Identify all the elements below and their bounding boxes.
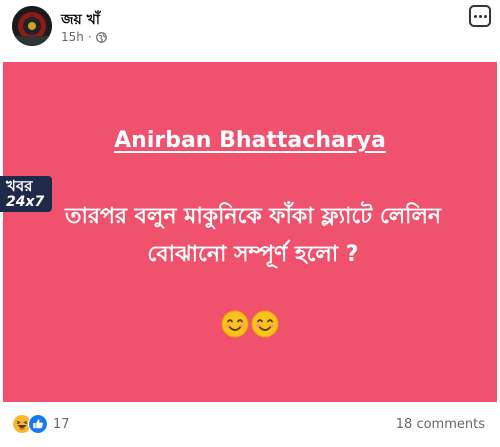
smiling-face-icon <box>251 310 279 338</box>
card-quote: তারপর বলুন মাকুনিকে ফাঁকা ফ্ল্যাটে লেলিন… <box>65 204 441 267</box>
post-image-card[interactable]: Anirban Bhattacharya তারপর বলুন মাকুনিকে… <box>3 62 497 402</box>
post-meta: 15h · <box>61 30 107 44</box>
reactions-count: 17 <box>53 416 70 432</box>
post-time[interactable]: 15h <box>61 30 84 44</box>
profile-photo <box>12 6 52 46</box>
logo-text-24x7: 24x7 <box>6 194 45 210</box>
more-options-icon[interactable] <box>469 5 491 27</box>
dot <box>483 14 487 18</box>
reactions-summary[interactable]: 17 <box>12 414 70 434</box>
dot <box>478 14 482 18</box>
card-title: Anirban Bhattacharya <box>114 128 386 153</box>
globe-icon <box>95 31 107 43</box>
facebook-post: জয় খাঁ 15h · Anirban Bhattacharya তারপর… <box>0 0 500 447</box>
smiling-face-icon <box>221 310 249 338</box>
avatar[interactable] <box>12 6 52 46</box>
news-channel-logo: খবর 24x7 <box>0 176 52 212</box>
emoji-row <box>3 310 497 338</box>
dot <box>473 14 477 18</box>
meta-separator: · <box>87 30 92 44</box>
comments-count[interactable]: 18 comments <box>396 417 485 432</box>
like-reaction-icon <box>28 414 48 434</box>
author-name[interactable]: জয় খাঁ <box>61 8 100 32</box>
logo-text-bangla: খবর <box>6 177 33 195</box>
